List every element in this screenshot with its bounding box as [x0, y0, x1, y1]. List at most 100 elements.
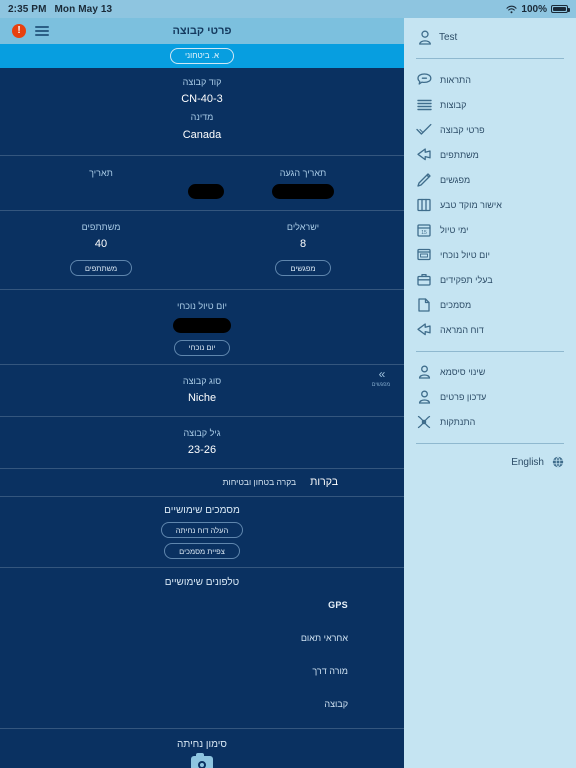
section-current-day: יום טיול נוכחי יום נוכחי [0, 290, 404, 363]
divider [416, 351, 564, 352]
current-day-label: יום טיול נוכחי [177, 301, 227, 312]
menu-item-meetings[interactable]: מפגשים [416, 167, 564, 192]
battery-percent-label: 100% [521, 3, 547, 15]
document-page-icon [416, 297, 432, 312]
section-landing-mark: סימון נחיתה [0, 729, 404, 768]
app-root: 2:35 PM Mon May 13 100% פרטי קבוצה ! א. … [0, 0, 576, 768]
controls-tabs: בקרות בקרה בטחון ובטיחות [0, 469, 404, 496]
menu-item-staff[interactable]: בעלי תפקידים [416, 267, 564, 292]
app-navbar: פרטי קבוצה ! [0, 18, 404, 44]
account-name: Test [439, 31, 458, 43]
language-switch[interactable]: English [416, 448, 564, 476]
tab-security-safety-control[interactable]: בקרה בטחון ובטיחות [223, 477, 297, 487]
arrival-date-field: תאריך הגעה [202, 166, 404, 199]
menu-label: עדכון פרטים [440, 391, 487, 402]
group-type-value: Niche [187, 392, 217, 405]
tab-bakarot[interactable]: בקרות [310, 476, 338, 488]
menu-label: מפגשים [440, 174, 471, 185]
divider [416, 443, 564, 444]
menu-item-groups[interactable]: קבוצות [416, 92, 564, 117]
book-open-icon [416, 198, 432, 212]
section-group-age: גיל קבוצה 23-26 [0, 417, 404, 468]
status-date: Mon May 13 [54, 3, 113, 15]
arrival-date-value-redacted[interactable] [272, 183, 334, 199]
side-drawer: Test התראות קבוצות פרטי קבוצה משתתפים מפ… [404, 18, 576, 768]
menu-item-nature-approval[interactable]: אישור מוקד טבע [416, 192, 564, 217]
language-label: English [511, 456, 544, 468]
section-code-country: קוד קבוצה CN-40-3 מדינה Canada [0, 68, 404, 155]
svg-text:15: 15 [421, 230, 427, 236]
menu-item-trip-days[interactable]: ימי טיול 15 [416, 217, 564, 242]
section-group-type: סוג קבוצה Niche [0, 365, 404, 416]
section-counts: ישראלים 8 מפגשים משתתפים 40 משתתפים [0, 211, 404, 280]
view-documents-button[interactable]: צפיית מסמכים [164, 543, 240, 560]
phone-row[interactable]: GPS [0, 588, 404, 621]
meetings-collapse-handle[interactable]: » מפגשים [358, 368, 404, 388]
security-subbar: א. ביטחוני [0, 44, 404, 68]
participants-button[interactable]: משתתפים [69, 260, 133, 277]
phone-label-guide: מורה דרך [312, 665, 348, 676]
menu-item-current-trip-day[interactable]: יום טיול נוכחי [416, 242, 564, 267]
phone-row[interactable]: אחראי תאום [0, 621, 404, 654]
menu-item-logout[interactable]: התנתקות [416, 409, 564, 434]
menu-label: משתתפים [440, 149, 479, 160]
group-type-label: סוג קבוצה [182, 375, 222, 386]
camera-icon [191, 753, 213, 768]
user-password-icon [416, 365, 432, 379]
pencil-edit-icon [416, 172, 432, 187]
notification-bubble-icon [416, 73, 432, 86]
documents-buttons: העלה דוח נחיתה צפיית מסמכים [0, 522, 404, 567]
camera-button[interactable] [0, 753, 404, 768]
upload-landing-report-button[interactable]: העלה דוח נחיתה [160, 522, 244, 539]
phones-heading: טלפונים שימושיים [164, 577, 240, 589]
menu-item-group-details[interactable]: פרטי קבוצה [416, 117, 564, 142]
group-code-label: קוד קבוצה [182, 77, 222, 87]
group-age-value: 23-26 [187, 444, 217, 457]
details-scroll-area[interactable]: קוד קבוצה CN-40-3 מדינה Canada תאריך הגע… [0, 68, 404, 768]
israelis-field: ישראלים 8 מפגשים [202, 220, 404, 277]
status-bar-left: 2:35 PM Mon May 13 [8, 4, 112, 15]
page-title: פרטי קבוצה [172, 25, 232, 37]
menu-item-documents[interactable]: מסמכים [416, 292, 564, 317]
date-value-redacted[interactable] [188, 183, 224, 199]
landing-heading: סימון נחיתה [177, 739, 227, 751]
share-arrow-icon [416, 323, 432, 336]
security-button[interactable]: א. ביטחוני [169, 48, 235, 64]
status-bar-right: 100% [506, 3, 570, 15]
israelis-value: 8 [299, 238, 307, 251]
menu-item-takeoff-report[interactable]: דוח המראה [416, 317, 564, 342]
group-age-label: גיל קבוצה [183, 427, 221, 438]
briefcase-icon [416, 273, 432, 286]
participants-field: משתתפים 40 משתתפים [0, 220, 202, 277]
section-dates: תאריך הגעה תאריך [0, 156, 404, 210]
phone-row[interactable]: מורה דרך [0, 654, 404, 687]
menu-item-notifications[interactable]: התראות [416, 67, 564, 92]
menu-item-change-password[interactable]: שינוי סיסמא [416, 359, 564, 384]
menu-label: התראות [440, 74, 471, 85]
divider [416, 58, 564, 59]
collapse-handle-label: מפגשים [371, 382, 391, 388]
menu-item-update-details[interactable]: עדכון פרטים [416, 384, 564, 409]
hamburger-menu-icon[interactable] [35, 26, 49, 36]
menu-item-participants[interactable]: משתתפים [416, 142, 564, 167]
menu-label: אישור מוקד טבע [440, 199, 502, 210]
participants-label: משתתפים [81, 221, 121, 232]
logout-x-icon [416, 415, 432, 429]
alert-exclamation-icon[interactable]: ! [12, 24, 26, 38]
user-avatar-icon [418, 30, 432, 45]
section-documents: מסמכים שימושיים העלה דוח נחיתה צפיית מסמ… [0, 497, 404, 567]
account-row[interactable]: Test [416, 18, 564, 56]
meetings-button[interactable]: מפגשים [275, 260, 331, 277]
phone-row[interactable]: קבוצה [0, 687, 404, 720]
menu-label: יום טיול נוכחי [440, 249, 490, 260]
country-value: Canada [182, 128, 222, 141]
user-edit-icon [416, 390, 432, 404]
documents-heading: מסמכים שימושיים [164, 505, 240, 517]
navbar-actions: ! [0, 18, 49, 44]
menu-label: בעלי תפקידים [440, 274, 493, 285]
menu-label: דוח המראה [440, 324, 484, 335]
current-day-button[interactable]: יום נוכחי [173, 339, 231, 356]
menu-label: פרטי קבוצה [440, 124, 485, 135]
current-day-value-redacted[interactable] [173, 317, 231, 333]
date-field: תאריך [0, 166, 224, 199]
